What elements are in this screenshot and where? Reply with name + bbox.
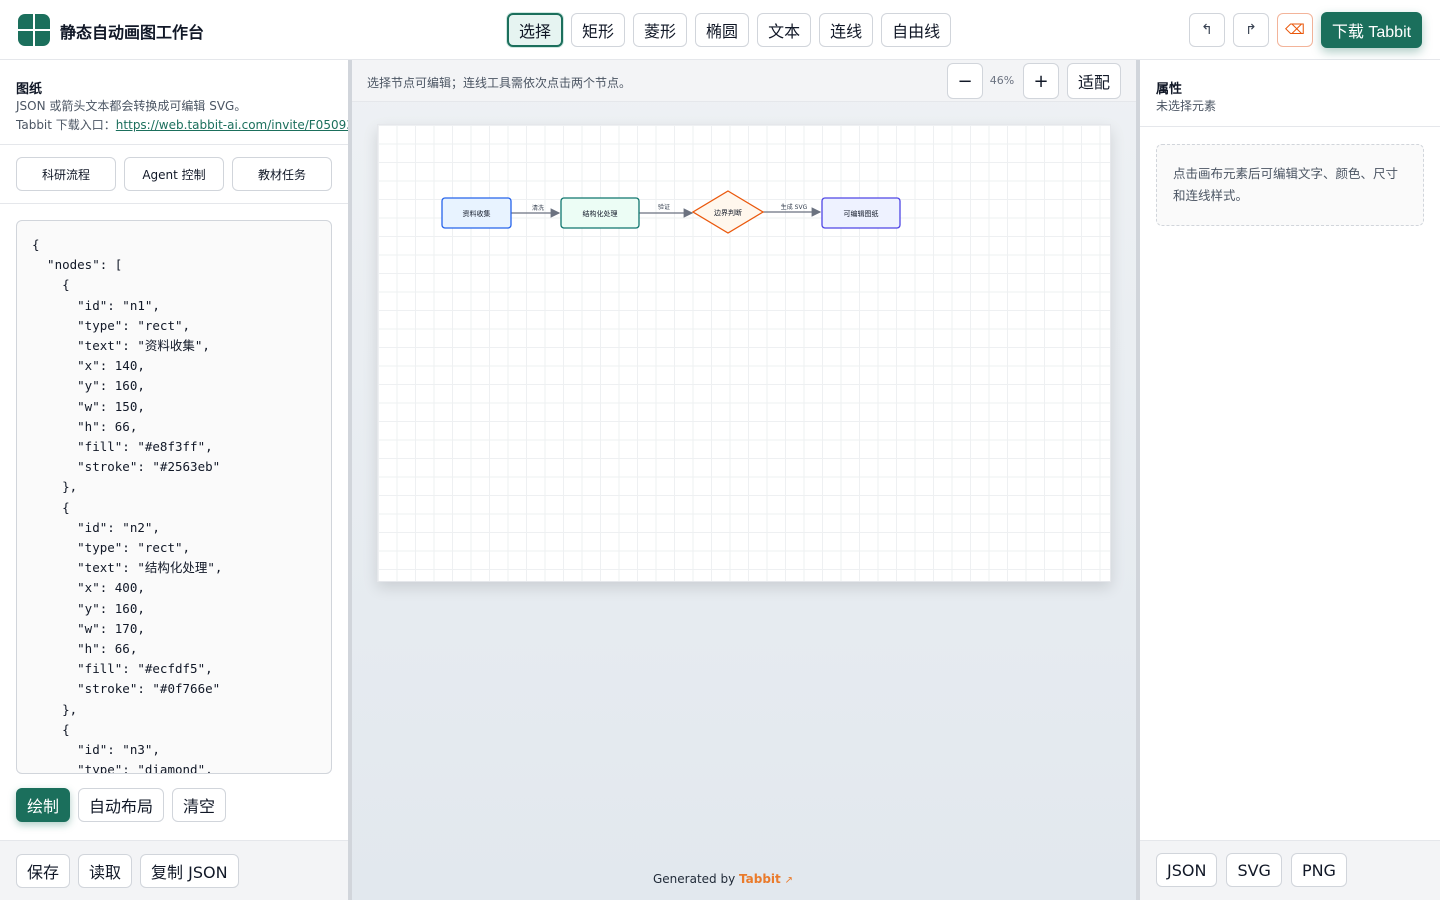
generated-by-credit[interactable]: Generated by Tabbit ↗ bbox=[653, 872, 793, 886]
edge-label: 验证 bbox=[658, 203, 670, 211]
copy-json-button[interactable]: 复制 JSON bbox=[140, 854, 239, 888]
download-entry-label: Tabbit 下载入口： bbox=[16, 118, 116, 132]
json-editor-content[interactable]: { "nodes": [ { "id": "n1", "type": "rect… bbox=[17, 221, 331, 773]
tool-text-button[interactable]: 文本 bbox=[757, 13, 812, 47]
json-editor[interactable]: { "nodes": [ { "id": "n1", "type": "rect… bbox=[16, 220, 332, 774]
undo-button[interactable]: ↰ bbox=[1189, 13, 1225, 47]
load-button[interactable]: 读取 bbox=[78, 854, 133, 888]
panel-description: JSON 或箭头文本都会转换成可编辑 SVG。 bbox=[16, 99, 247, 113]
edge-label: 生成 SVG bbox=[781, 203, 808, 211]
divider bbox=[0, 144, 348, 145]
properties-title: 属性 bbox=[1156, 82, 1183, 97]
tool-connector-button[interactable]: 连线 bbox=[819, 13, 874, 47]
zoom-in-button[interactable]: + bbox=[1023, 63, 1059, 99]
tool-freehand-button[interactable]: 自由线 bbox=[881, 13, 952, 47]
external-link-icon: ↗ bbox=[784, 875, 793, 886]
diagram-svg: 清洗 验证 生成 SVG 资料收集 结构化处理 边界判断 可编辑图纸 bbox=[441, 190, 901, 234]
redo-icon: ↱ bbox=[1245, 22, 1257, 38]
canvas-area: 选择节点可编辑；连线工具需依次点击两个节点。 − 46% + 适配 清洗 验证 … bbox=[352, 60, 1137, 900]
divider bbox=[1140, 126, 1440, 127]
left-panel: 图纸 JSON 或箭头文本都会转换成可编辑 SVG。 Tabbit 下载入口：h… bbox=[0, 60, 370, 900]
left-footer: 保存 读取 复制 JSON bbox=[0, 840, 348, 900]
app-title: 静态自动画图工作台 bbox=[60, 23, 205, 42]
canvas-toolbar: 选择节点可编辑；连线工具需依次点击两个节点。 − 46% + 适配 bbox=[352, 60, 1137, 102]
delete-icon: ⌫ bbox=[1285, 22, 1305, 38]
properties-subtitle: 未选择元素 bbox=[1156, 99, 1217, 113]
undo-icon: ↰ bbox=[1201, 22, 1213, 38]
zoom-level: 46% bbox=[989, 74, 1015, 87]
zoom-out-button[interactable]: − bbox=[947, 63, 983, 99]
template-agent-button[interactable]: Agent 控制 bbox=[124, 157, 224, 191]
tool-select-button[interactable]: 选择 bbox=[507, 13, 564, 47]
tool-rect-button[interactable]: 矩形 bbox=[571, 13, 626, 47]
export-json-button[interactable]: JSON bbox=[1156, 853, 1218, 887]
auto-layout-button[interactable]: 自动布局 bbox=[78, 788, 165, 822]
download-link[interactable]: https://web.tabbit-ai.com/invite/F050939… bbox=[116, 118, 370, 132]
download-tabbit-button[interactable]: 下载 Tabbit bbox=[1321, 12, 1422, 48]
canvas-hint: 选择节点可编辑；连线工具需依次点击两个节点。 bbox=[367, 76, 632, 90]
credit-prefix: Generated by bbox=[653, 872, 740, 886]
tool-ellipse-button[interactable]: 椭圆 bbox=[695, 13, 750, 47]
drawing-toolbar: 选择 矩形 菱形 椭圆 文本 连线 自由线 bbox=[507, 13, 952, 47]
download-entry: Tabbit 下载入口：https://web.tabbit-ai.com/in… bbox=[16, 116, 370, 133]
draw-button[interactable]: 绘制 bbox=[16, 788, 71, 822]
fit-button[interactable]: 适配 bbox=[1067, 63, 1121, 99]
top-bar: 静态自动画图工作台 选择 矩形 菱形 椭圆 文本 连线 自由线 ↰ ↱ ⌫ 下载… bbox=[0, 0, 1440, 60]
credit-brand: Tabbit bbox=[739, 872, 781, 886]
clear-button[interactable]: 清空 bbox=[172, 788, 227, 822]
panel-title: 图纸 bbox=[16, 82, 43, 97]
app-logo-icon bbox=[18, 14, 50, 46]
drawing-canvas[interactable]: 清洗 验证 生成 SVG 资料收集 结构化处理 边界判断 可编辑图纸 bbox=[377, 124, 1111, 582]
properties-panel: 属性 未选择元素 点击画布元素后可编辑文字、颜色、尺寸和连线样式。 JSON S… bbox=[1140, 60, 1440, 900]
edge-label: 清洗 bbox=[532, 204, 544, 212]
delete-button[interactable]: ⌫ bbox=[1277, 13, 1313, 47]
export-png-button[interactable]: PNG bbox=[1290, 853, 1347, 887]
template-research-button[interactable]: 科研流程 bbox=[16, 157, 116, 191]
editor-actions: 绘制 自动布局 清空 bbox=[16, 788, 227, 822]
node-label: 结构化处理 bbox=[583, 209, 618, 218]
export-footer: JSON SVG PNG bbox=[1140, 840, 1440, 900]
export-svg-button[interactable]: SVG bbox=[1226, 853, 1282, 887]
template-buttons: 科研流程 Agent 控制 教材任务 bbox=[16, 157, 332, 191]
node-label: 可编辑图纸 bbox=[844, 209, 879, 218]
tool-diamond-button[interactable]: 菱形 bbox=[633, 13, 688, 47]
node-label: 边界判断 bbox=[714, 208, 742, 217]
redo-button[interactable]: ↱ bbox=[1233, 13, 1269, 47]
node-label: 资料收集 bbox=[463, 209, 491, 218]
template-textbook-button[interactable]: 教材任务 bbox=[232, 157, 332, 191]
divider bbox=[0, 203, 348, 204]
properties-empty-hint: 点击画布元素后可编辑文字、颜色、尺寸和连线样式。 bbox=[1156, 144, 1424, 226]
save-button[interactable]: 保存 bbox=[16, 854, 71, 888]
